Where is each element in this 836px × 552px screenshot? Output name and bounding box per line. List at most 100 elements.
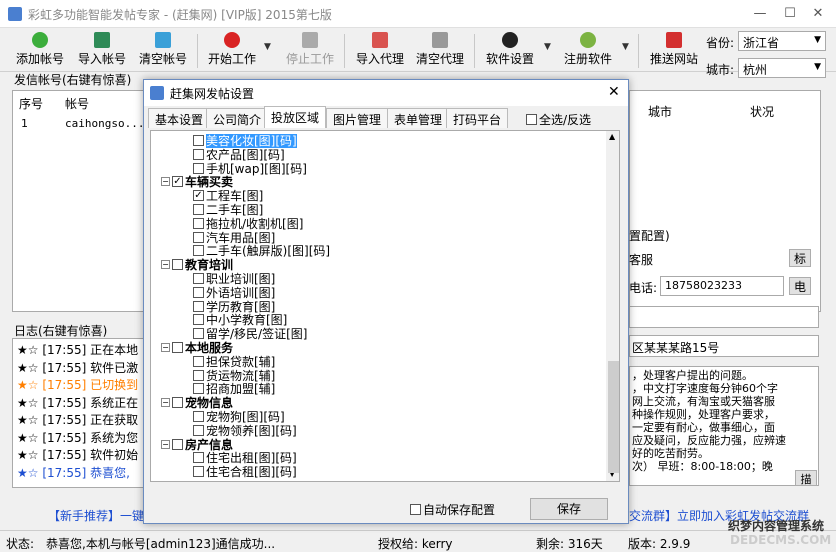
collapse-icon[interactable]: − <box>161 398 170 408</box>
checkbox-icon[interactable] <box>193 424 204 436</box>
save-button[interactable]: 保存 <box>530 498 608 520</box>
tree-category[interactable]: − 房产信息 <box>161 438 233 452</box>
tree-item[interactable]: 学历教育[图] <box>193 300 275 314</box>
checkbox-icon[interactable] <box>193 231 204 243</box>
tree-item[interactable]: 二手车(触屏版)[图][码] <box>193 244 330 258</box>
tab-3[interactable]: 投放区域 <box>264 106 327 128</box>
address-field[interactable]: 区某某某路15号 <box>629 335 819 357</box>
import-account-button[interactable]: 导入帐号 <box>74 30 130 70</box>
select-all-checkbox[interactable]: 全选/反选 <box>526 111 591 128</box>
tree-item[interactable]: 货运物流[辅] <box>193 369 275 383</box>
tree-item[interactable]: 外语培训[图] <box>193 286 275 300</box>
checkbox-icon[interactable] <box>193 286 204 298</box>
start-dropdown-icon[interactable]: ▼ <box>264 42 271 52</box>
newbie-link[interactable]: 【新手推荐】一键 <box>48 507 144 524</box>
checkbox-icon[interactable] <box>193 328 204 340</box>
push-site-button[interactable]: 推送网站 <box>646 30 702 70</box>
region-tree[interactable]: 美容化妆[图][码] 农产品[图][码] 手机[wap][图][码] − ✓ 车辆买卖 ✓ 工… <box>150 130 620 482</box>
checkbox-icon[interactable] <box>193 383 204 395</box>
phone-field[interactable]: 18758023233 <box>660 276 784 296</box>
tree-item[interactable]: 留学/移民/签证[图] <box>193 327 307 341</box>
dialog-close-icon[interactable]: ✕ <box>608 84 620 100</box>
tree-item[interactable]: 住宅出租[图][码] <box>193 451 297 465</box>
tree-node-label: 美容化妆[图][码] <box>206 134 297 148</box>
maximize-icon[interactable]: ☐ <box>778 4 802 24</box>
checkbox-icon[interactable]: ✓ <box>193 190 204 202</box>
checkbox-icon[interactable] <box>172 342 183 353</box>
province-select[interactable]: 浙江省 ▼ <box>738 31 826 51</box>
tree-item[interactable]: 住宅合租[图][码] <box>193 465 297 479</box>
start-button[interactable]: 开始工作 <box>204 30 260 70</box>
tree-item[interactable]: 招商加盟[辅] <box>193 382 275 396</box>
tag-button[interactable]: 标 <box>789 249 811 267</box>
checkbox-icon[interactable] <box>193 452 204 464</box>
checkbox-icon[interactable] <box>193 245 204 257</box>
tree-category[interactable]: − 本地服务 <box>161 341 233 355</box>
tab-6[interactable]: 打码平台 <box>446 108 509 128</box>
checkbox-icon[interactable] <box>193 466 204 478</box>
autosave-checkbox[interactable]: 自动保存配置 <box>410 501 495 518</box>
tree-item[interactable]: 中小学教育[图] <box>193 313 287 327</box>
checkbox-icon[interactable] <box>172 438 183 450</box>
tree-item[interactable]: 职业培训[图] <box>193 272 275 286</box>
checkbox-icon[interactable] <box>193 204 204 215</box>
scroll-thumb[interactable] <box>608 361 619 473</box>
import-proxy-button[interactable]: 导入代理 <box>352 30 408 70</box>
tree-item[interactable]: 汽车用品[图] <box>193 231 275 245</box>
tree-category[interactable]: − 教育培训 <box>161 258 233 272</box>
phone-label: 电话: <box>629 281 658 295</box>
checkbox-icon[interactable] <box>193 355 204 367</box>
tree-item[interactable]: 宠物狗[图][码] <box>193 410 285 424</box>
checkbox-icon[interactable] <box>193 314 204 326</box>
log-list[interactable]: ★☆ [17:55] 正在本地 ★☆ [17:55] 软件已激 ★☆ [17:55]… <box>12 338 146 488</box>
tab-2[interactable]: 公司简介 <box>206 108 269 128</box>
checkbox-icon[interactable] <box>172 397 183 409</box>
tree-item[interactable]: ✓ 工程车[图] <box>193 189 263 203</box>
city-select[interactable]: 杭州 ▼ <box>738 58 826 78</box>
clear-proxy-button[interactable]: 清空代理 <box>412 30 468 70</box>
extra-field[interactable] <box>629 306 819 328</box>
checkbox-icon[interactable] <box>193 411 204 422</box>
tree-item[interactable]: 农产品[图][码] <box>193 148 285 162</box>
settings-dropdown-icon[interactable]: ▼ <box>544 42 551 52</box>
collapse-icon[interactable]: − <box>161 260 170 270</box>
collapse-icon[interactable]: − <box>161 439 170 449</box>
tree-item[interactable]: 手机[wap][图][码] <box>193 162 307 176</box>
add-account-button[interactable]: 添加帐号 <box>12 30 68 70</box>
close-icon[interactable]: ✕ <box>806 4 830 24</box>
tree-item[interactable]: 美容化妆[图][码] <box>193 134 297 148</box>
checkbox-icon[interactable]: ✓ <box>172 176 183 188</box>
description-textarea[interactable]: ，处理客户提出的问题。 ，中文打字速度每分钟60个字 网上交流，有淘宝或天猫客服… <box>629 366 819 486</box>
phone-button[interactable]: 电 <box>789 277 811 295</box>
settings-button[interactable]: 软件设置 <box>482 30 538 70</box>
tree-category[interactable]: − 宠物信息 <box>161 396 233 410</box>
tree-item[interactable]: 二手车[图] <box>193 203 263 217</box>
checkbox-icon[interactable] <box>193 369 204 381</box>
register-dropdown-icon[interactable]: ▼ <box>622 42 629 52</box>
checkbox-icon[interactable] <box>193 162 204 174</box>
checkbox-icon[interactable] <box>193 148 204 160</box>
tree-category[interactable]: − ✓ 车辆买卖 <box>161 175 233 189</box>
tree-item[interactable]: 拖拉机/收割机[图] <box>193 217 303 231</box>
province-label: 省份: <box>706 36 735 50</box>
describe-button[interactable]: 描 <box>795 470 817 486</box>
checkbox-icon[interactable] <box>193 300 204 312</box>
tree-item[interactable]: 担保贷款[辅] <box>193 355 275 369</box>
minimize-icon[interactable]: — <box>748 4 772 24</box>
register-button[interactable]: 注册软件 <box>560 30 616 70</box>
scroll-up-icon[interactable]: ▲ <box>609 132 615 141</box>
tree-item[interactable]: 宠物领养[图][码] <box>193 424 297 438</box>
collapse-icon[interactable]: − <box>161 343 170 352</box>
checkbox-icon[interactable] <box>193 217 204 229</box>
tab-1[interactable]: 基本设置 <box>148 108 211 128</box>
stop-button[interactable]: 停止工作 <box>282 30 338 70</box>
clear-account-button[interactable]: 清空帐号 <box>135 30 191 70</box>
accounts-table[interactable]: 序号 帐号 1 caihongso... <box>12 90 150 312</box>
tab-5[interactable]: 表单管理 <box>387 108 450 128</box>
checkbox-icon[interactable] <box>172 259 183 271</box>
checkbox-icon[interactable] <box>193 273 204 284</box>
main-titlebar: 彩虹多功能智能发帖专家 - (赶集网) [VIP版] 2015第七版 — ☐ ✕ <box>0 0 836 28</box>
tab-4[interactable]: 图片管理 <box>326 108 389 128</box>
collapse-icon[interactable]: − <box>161 177 170 187</box>
checkbox-icon[interactable] <box>193 135 204 146</box>
